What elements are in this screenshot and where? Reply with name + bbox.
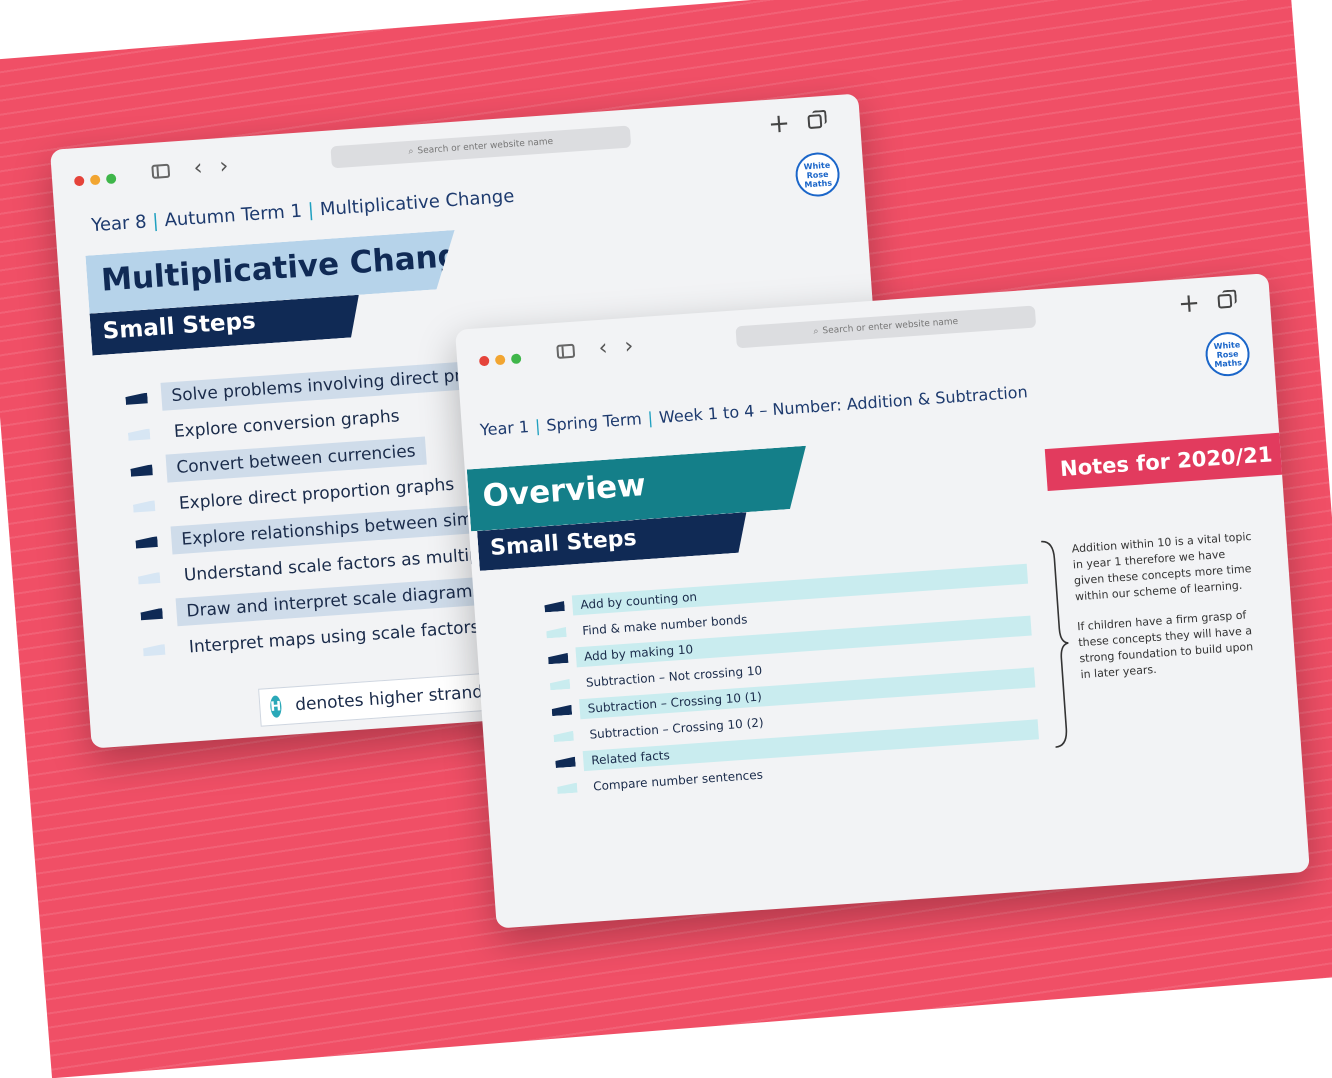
core-marker-icon — [557, 783, 578, 794]
breadcrumb-topic: Week 1 to 4 – Number: Addition & Subtrac… — [658, 382, 1029, 427]
sidebar-icon[interactable] — [151, 163, 171, 179]
back-icon[interactable]: ‹ — [193, 155, 204, 181]
maximize-dot-icon[interactable] — [510, 353, 522, 365]
higher-marker-icon — [544, 601, 565, 612]
minimize-dot-icon[interactable] — [494, 354, 506, 366]
maximize-dot-icon[interactable] — [105, 173, 117, 185]
minimize-dot-icon[interactable] — [89, 174, 101, 186]
search-input[interactable]: ⌕ Search or enter website name — [735, 305, 1037, 349]
breadcrumb-year: Year 1 — [479, 417, 530, 440]
core-marker-icon — [128, 428, 151, 441]
higher-marker-icon — [125, 392, 148, 405]
close-dot-icon[interactable] — [478, 355, 490, 367]
breadcrumb-term: Spring Term — [545, 409, 643, 435]
notes-text: Addition within 10 is a vital topic in y… — [1071, 529, 1266, 698]
breadcrumb-term: Autumn Term 1 — [163, 200, 303, 232]
steps-list: Add by counting on Find & make number bo… — [544, 561, 1041, 802]
close-dot-icon[interactable] — [73, 175, 85, 187]
new-tab-icon[interactable]: + — [767, 108, 791, 139]
browser-window-year1: ‹ › ⌕ Search or enter website name + Whi… — [455, 273, 1310, 929]
higher-marker-icon — [548, 653, 569, 664]
search-icon: ⌕ — [813, 326, 819, 337]
brace-icon — [1041, 540, 1069, 748]
core-marker-icon — [133, 500, 156, 513]
core-marker-icon — [546, 627, 567, 638]
note-paragraph: Addition within 10 is a vital topic in y… — [1071, 529, 1252, 604]
higher-marker-icon — [135, 536, 158, 549]
breadcrumb-year: Year 8 — [90, 211, 148, 237]
core-marker-icon — [553, 731, 574, 742]
core-marker-icon — [138, 572, 161, 585]
new-tab-icon[interactable]: + — [1177, 288, 1201, 319]
higher-marker-icon — [130, 464, 153, 477]
search-icon: ⌕ — [408, 146, 414, 157]
core-marker-icon — [550, 679, 571, 690]
breadcrumb: Year 1 | Spring Term | Week 1 to 4 – Number:… — [479, 382, 1029, 440]
search-input[interactable]: ⌕ Search or enter website name — [330, 125, 632, 169]
notes-badge: Notes for 2020/21 — [1044, 432, 1288, 492]
sidebar-icon[interactable] — [556, 343, 576, 359]
forward-icon[interactable]: › — [219, 154, 230, 180]
tabs-overview-icon[interactable] — [807, 114, 823, 130]
forward-icon[interactable]: › — [624, 334, 635, 360]
higher-marker-icon — [551, 705, 572, 716]
higher-marker-icon — [555, 757, 576, 768]
core-marker-icon — [143, 644, 166, 657]
higher-strand-icon: H — [269, 695, 283, 718]
higher-marker-icon — [140, 608, 163, 621]
back-icon[interactable]: ‹ — [598, 335, 609, 361]
window-controls[interactable] — [73, 173, 117, 187]
note-paragraph: If children have a firm grasp of these c… — [1076, 608, 1254, 682]
window-controls[interactable] — [478, 353, 522, 367]
tabs-overview-icon[interactable] — [1217, 293, 1233, 309]
page-title: Overview — [467, 446, 810, 532]
